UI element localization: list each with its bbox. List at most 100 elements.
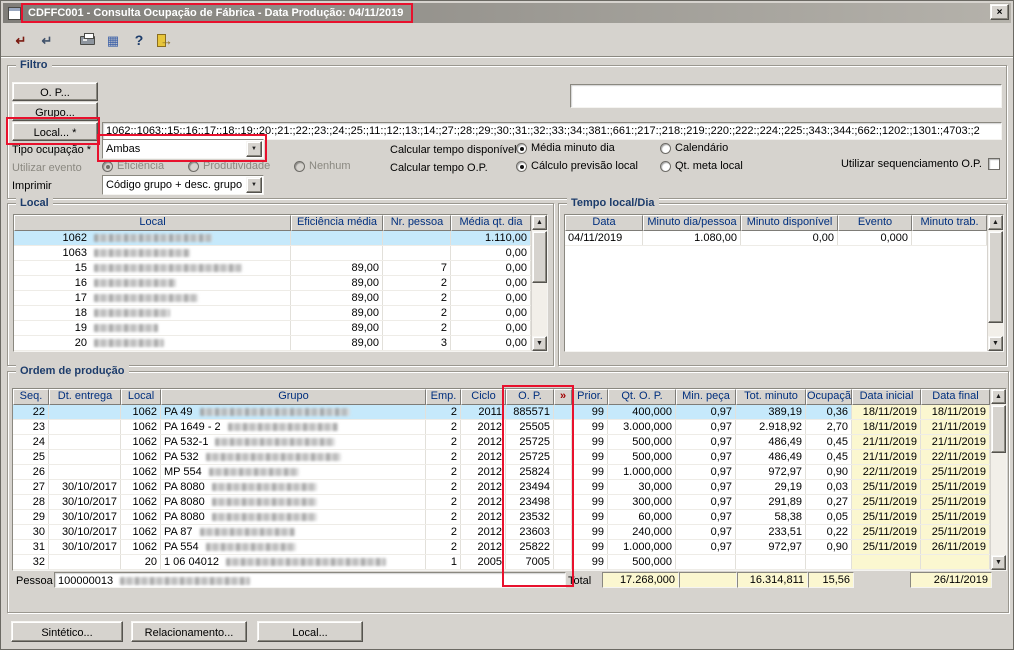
radio-media-minuto-dia[interactable]: Média minuto dia bbox=[516, 141, 615, 155]
cell-media-qt-dia: 0,00 bbox=[451, 321, 531, 335]
ordem-row[interactable]: 26 1062 MP 554 2 2012 25824 99 1.000,000 0,97 972… bbox=[13, 465, 1006, 480]
column-header-media-qt-dia[interactable]: Média qt. dia bbox=[451, 215, 531, 231]
column-header-seq[interactable]: Seq. bbox=[13, 389, 49, 405]
column-header-emp[interactable]: Emp. bbox=[426, 389, 461, 405]
local-filter-button[interactable]: Local... * bbox=[12, 122, 98, 141]
local-legend: Local bbox=[16, 197, 53, 210]
local-row[interactable]: 1062 1.110,00 bbox=[14, 231, 547, 246]
radio-label: Produtividade bbox=[203, 160, 271, 172]
pessoa-code: 100000013 bbox=[58, 575, 114, 587]
help-icon[interactable]: ? bbox=[127, 29, 151, 51]
ordem-row[interactable]: 25 1062 PA 532 2 2012 25725 99 500,000 0,97 486,4… bbox=[13, 450, 1006, 465]
column-header-tot-minuto[interactable]: Tot. minuto bbox=[736, 389, 806, 405]
ordem-row[interactable]: 27 30/10/2017 1062 PA 8080 2 2012 23494 99 30,00… bbox=[13, 480, 1006, 495]
cell-seq: 27 bbox=[13, 480, 49, 494]
column-header-data-inicial[interactable]: Data inicial bbox=[852, 389, 921, 405]
column-header-data-final[interactable]: Data final bbox=[921, 389, 990, 405]
column-header-evento[interactable]: Evento bbox=[838, 215, 912, 231]
run-group-icon[interactable]: ↵ bbox=[35, 29, 59, 51]
op-filter-button[interactable]: O. P... bbox=[12, 82, 98, 101]
local-row[interactable]: 15 89,00 7 0,00 bbox=[14, 261, 547, 276]
ordem-row[interactable]: 24 1062 PA 532-1 2 2012 25725 99 500,000 0,97 486… bbox=[13, 435, 1006, 450]
cell-grupo: PA 8080 bbox=[161, 495, 426, 509]
sequenciamento-checkbox[interactable] bbox=[988, 158, 1000, 170]
local-row[interactable]: 20 89,00 3 0,00 bbox=[14, 336, 547, 351]
column-header-min-peca[interactable]: Min. peça bbox=[676, 389, 736, 405]
vertical-scrollbar[interactable]: ▲ ▼ bbox=[531, 215, 547, 351]
column-header-nr-pessoa[interactable]: Nr. pessoa bbox=[383, 215, 451, 231]
cell-minuto-dia-pessoa: 1.080,00 bbox=[643, 231, 741, 245]
scroll-down-icon[interactable]: ▼ bbox=[988, 336, 1003, 351]
column-header-ciclo[interactable]: Ciclo bbox=[461, 389, 506, 405]
radio-label: Cálculo previsão local bbox=[531, 160, 638, 172]
chevron-down-icon[interactable]: ▼ bbox=[246, 141, 262, 157]
local-row[interactable]: 1063 0,00 bbox=[14, 246, 547, 261]
radio-calendario[interactable]: Calendário bbox=[660, 141, 728, 155]
vertical-scrollbar[interactable]: ▲ ▼ bbox=[990, 389, 1006, 570]
cell-min-peca: 0,97 bbox=[676, 435, 736, 449]
ordem-row[interactable]: 30 30/10/2017 1062 PA 87 2 2012 23603 99 240,000… bbox=[13, 525, 1006, 540]
scroll-thumb[interactable] bbox=[532, 231, 547, 283]
tempo-row[interactable]: 04/11/2019 1.080,00 0,00 0,000 bbox=[565, 231, 1003, 246]
run-icon[interactable]: ↵ bbox=[9, 29, 33, 51]
ordem-row[interactable]: 22 1062 PA 49 2 2011 885571 99 400,000 0,97 389,1… bbox=[13, 405, 1006, 420]
sintetico-button[interactable]: Sintético... bbox=[11, 621, 123, 642]
scroll-up-icon[interactable]: ▲ bbox=[988, 215, 1003, 230]
grid-icon[interactable]: ▦ bbox=[101, 29, 125, 51]
cell-min-peca: 0,97 bbox=[676, 465, 736, 479]
column-header-op[interactable]: O. P. bbox=[506, 389, 554, 405]
column-header-minuto-disponivel[interactable]: Minuto disponível bbox=[741, 215, 838, 231]
column-header-qt-op[interactable]: Qt. O. P. bbox=[608, 389, 676, 405]
radio-calculo-previsao-local[interactable]: Cálculo previsão local bbox=[516, 159, 638, 173]
scroll-thumb[interactable] bbox=[991, 405, 1006, 453]
scroll-down-icon[interactable]: ▼ bbox=[532, 336, 547, 351]
column-header-prior[interactable]: Prior. bbox=[572, 389, 608, 405]
local-row[interactable]: 16 89,00 2 0,00 bbox=[14, 276, 547, 291]
local-row[interactable]: 17 89,00 2 0,00 bbox=[14, 291, 547, 306]
ordem-row[interactable]: 23 1062 PA 1649 - 2 2 2012 25505 99 3.000,000 0,… bbox=[13, 420, 1006, 435]
exit-icon[interactable]: → bbox=[153, 29, 177, 51]
print-icon[interactable] bbox=[75, 29, 99, 51]
scroll-thumb[interactable] bbox=[988, 231, 1003, 323]
pessoa-field[interactable]: 100000013 bbox=[54, 572, 566, 588]
scroll-up-icon[interactable]: ▲ bbox=[991, 389, 1006, 404]
close-button[interactable]: × bbox=[990, 4, 1009, 20]
column-header-grupo[interactable]: Grupo bbox=[161, 389, 426, 405]
local-group: Local Local Eficiência média Nr. pessoa Méd… bbox=[7, 197, 554, 366]
local-row[interactable]: 18 89,00 2 0,00 bbox=[14, 306, 547, 321]
radio-qt-meta-local[interactable]: Qt. meta local bbox=[660, 159, 743, 173]
local-row[interactable]: 19 89,00 2 0,00 bbox=[14, 321, 547, 336]
imprimir-select[interactable]: Código grupo + desc. grupo ▼ bbox=[102, 175, 264, 195]
vertical-scrollbar[interactable]: ▲ ▼ bbox=[987, 215, 1003, 351]
relacionamento-button[interactable]: Relacionamento... bbox=[131, 621, 247, 642]
column-header-minuto-dia-pessoa[interactable]: Minuto dia/pessoa bbox=[643, 215, 741, 231]
cell-qt-op: 1.000,000 bbox=[608, 540, 676, 554]
ordem-row[interactable]: 32 20 1 06 04012 1 2005 7005 99 500,000 bbox=[13, 555, 1006, 570]
cell-dt-entrega bbox=[49, 465, 121, 479]
scroll-down-icon[interactable]: ▼ bbox=[991, 555, 1006, 570]
column-header-data[interactable]: Data bbox=[565, 215, 643, 231]
local-button[interactable]: Local... bbox=[257, 621, 363, 642]
ordem-row[interactable]: 29 30/10/2017 1062 PA 8080 2 2012 23532 99 60,00… bbox=[13, 510, 1006, 525]
column-header-minuto-trab[interactable]: Minuto trab. bbox=[912, 215, 987, 231]
local-filter-value[interactable]: 1062:;1063:;15:;16:;17:;18:;19:;20:;21:;… bbox=[102, 122, 1002, 140]
chevron-down-icon[interactable]: ▼ bbox=[246, 177, 262, 193]
ordem-row[interactable]: 28 30/10/2017 1062 PA 8080 2 2012 23498 99 300,0… bbox=[13, 495, 1006, 510]
column-header-local[interactable]: Local bbox=[14, 215, 291, 231]
cell-qt-op: 30,000 bbox=[608, 480, 676, 494]
cell-ciclo: 2005 bbox=[461, 555, 506, 569]
column-header-eficiencia-media[interactable]: Eficiência média bbox=[291, 215, 383, 231]
radio-label: Média minuto dia bbox=[531, 142, 615, 154]
scroll-up-icon[interactable]: ▲ bbox=[532, 215, 547, 230]
cell-nr-pessoa bbox=[383, 246, 451, 260]
grupo-filter-button[interactable]: Grupo... bbox=[12, 102, 98, 121]
column-header-dt-entrega[interactable]: Dt. entrega bbox=[49, 389, 121, 405]
titlebar[interactable]: CDFFC001 - Consulta Ocupação de Fábrica … bbox=[3, 3, 1011, 23]
column-header-local[interactable]: Local bbox=[121, 389, 161, 405]
column-header-ocupacao[interactable]: Ocupação bbox=[806, 389, 852, 405]
column-header-expand[interactable]: » bbox=[554, 389, 572, 405]
tipo-ocupacao-select[interactable]: Ambas ▼ bbox=[102, 139, 264, 159]
ordem-row[interactable]: 31 30/10/2017 1062 PA 554 2 2012 25822 99 1.000,… bbox=[13, 540, 1006, 555]
grupo-filter-field[interactable] bbox=[570, 84, 1002, 108]
cell-local: 20 bbox=[14, 336, 291, 350]
